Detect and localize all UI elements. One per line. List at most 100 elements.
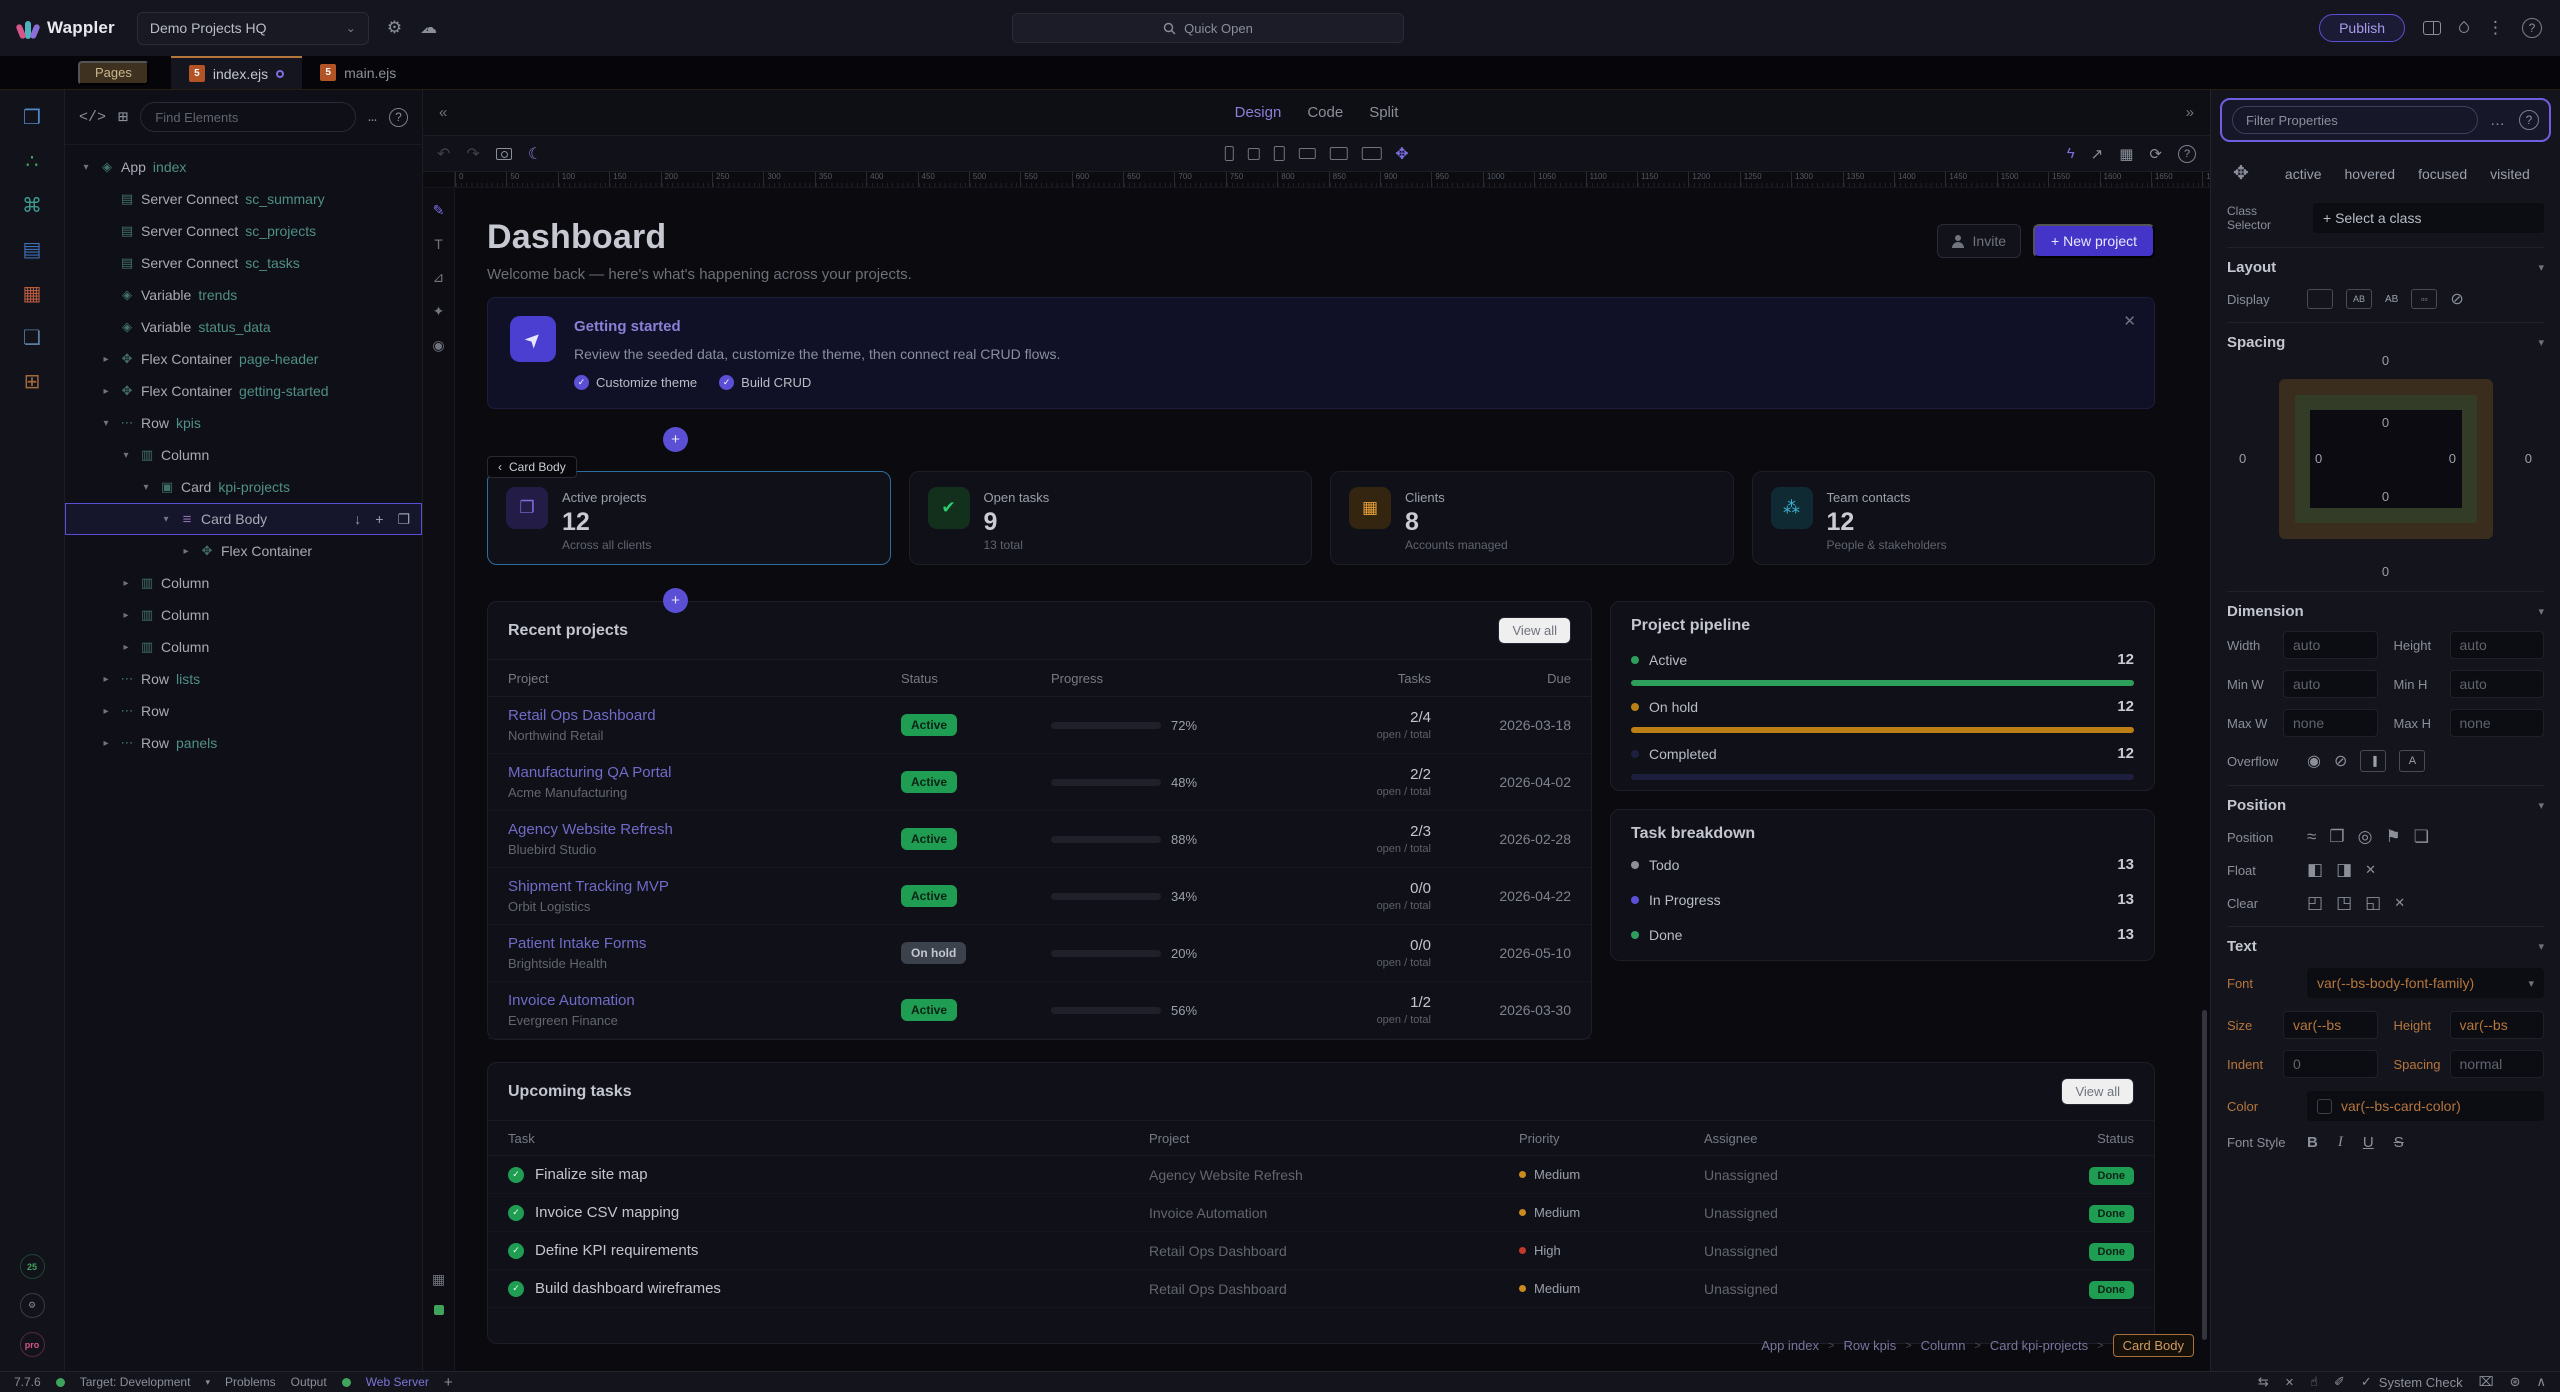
- chevron-closed-icon[interactable]: ▸: [117, 642, 135, 653]
- problems-tab[interactable]: Problems: [225, 1375, 276, 1389]
- pages-icon[interactable]: ❒: [23, 108, 41, 128]
- panel-menu-icon[interactable]: …: [2490, 112, 2507, 129]
- position-sticky-icon[interactable]: ❏: [2414, 827, 2429, 847]
- components-icon[interactable]: ⌘: [22, 196, 42, 216]
- task-row-finalize-site-map[interactable]: ✓Finalize site map Agency Website Refres…: [488, 1156, 2154, 1194]
- position-fixed-icon[interactable]: ⚑: [2385, 827, 2400, 847]
- padding-bottom-value[interactable]: 0: [2382, 489, 2389, 504]
- code-view-icon[interactable]: </>: [79, 109, 106, 126]
- display-flex-icon[interactable]: ▫▫: [2411, 289, 2437, 309]
- breadcrumb-app-index[interactable]: App index: [1761, 1338, 1819, 1353]
- project-row-retail-ops-dashboard[interactable]: Retail Ops DashboardNorthwind Retail Act…: [488, 697, 1591, 754]
- margin-bottom-value[interactable]: 0: [2382, 564, 2389, 579]
- overflow-scroll-icon[interactable]: ▐: [2360, 750, 2386, 772]
- project-row-invoice-automation[interactable]: Invoice AutomationEvergreen Finance Acti…: [488, 982, 1591, 1039]
- collapse-spacing-icon[interactable]: ▾: [2538, 336, 2544, 349]
- font-size-input[interactable]: [2283, 1011, 2378, 1039]
- target-selector[interactable]: Target: Development: [80, 1375, 191, 1389]
- tree-item-card-body[interactable]: ▾ ≡ Card Body ↓ + ❐: [65, 503, 422, 535]
- state-tab-active[interactable]: active: [2285, 166, 2322, 182]
- tree-item-app-index[interactable]: ▾ ◈ App index: [65, 151, 422, 183]
- canvas-scrollbar[interactable]: [2202, 1010, 2207, 1340]
- collapse-dimension-icon[interactable]: ▾: [2538, 605, 2544, 618]
- display-block-icon[interactable]: [2307, 289, 2333, 309]
- brush-icon[interactable]: ✐: [2334, 1374, 2345, 1390]
- collapse-text-icon[interactable]: ▾: [2538, 940, 2544, 953]
- project-row-patient-intake-forms[interactable]: Patient Intake FormsBrightside Health On…: [488, 925, 1591, 982]
- kpi-card-team-contacts[interactable]: ⁂ Team contacts 12 People & stakeholders: [1752, 471, 2156, 565]
- breadcrumb-row-kpis[interactable]: Row kpis: [1843, 1338, 1896, 1353]
- float-left-icon[interactable]: ◧: [2307, 860, 2323, 880]
- text-indent-input[interactable]: [2283, 1050, 2378, 1078]
- layers-icon[interactable]: ❏: [23, 328, 41, 348]
- close-panel-icon[interactable]: ✕: [2285, 1376, 2294, 1389]
- tree-menu-icon[interactable]: …: [368, 109, 377, 126]
- min-width-input[interactable]: [2283, 670, 2378, 698]
- display-none-icon[interactable]: ⊘: [2450, 289, 2463, 309]
- device-tablet-icon[interactable]: [1273, 146, 1284, 161]
- tree-item-server-connect-sc-summary[interactable]: ▤ Server Connect sc_summary: [65, 183, 422, 215]
- chevron-closed-icon[interactable]: ▸: [117, 610, 135, 621]
- padding-top-value[interactable]: 0: [2382, 415, 2389, 430]
- collapse-right-icon[interactable]: »: [2186, 104, 2194, 121]
- padding-right-value[interactable]: 0: [2449, 451, 2456, 466]
- thumbs-up-icon[interactable]: ☝: [2310, 1374, 2318, 1390]
- tree-item-column[interactable]: ▸ ▥ Column: [65, 599, 422, 631]
- box-model-widget[interactable]: 0 0 0 0 0 0 0 0: [2227, 353, 2544, 579]
- chevron-closed-icon[interactable]: ▸: [97, 354, 115, 365]
- selected-element-chip[interactable]: ‹Card Body: [487, 456, 577, 478]
- system-check-button[interactable]: ✓ System Check: [2361, 1374, 2463, 1390]
- webserver-tab[interactable]: Web Server: [366, 1375, 429, 1389]
- strikethrough-icon[interactable]: S: [2394, 1134, 2404, 1151]
- target-caret-icon[interactable]: ▾: [205, 1377, 210, 1388]
- chevron-closed-icon[interactable]: ▸: [177, 546, 195, 557]
- position-static-icon[interactable]: ≈: [2307, 827, 2316, 847]
- position-absolute-icon[interactable]: ◎: [2358, 827, 2373, 847]
- device-laptop-icon[interactable]: [1298, 148, 1315, 159]
- panels-toggle-icon[interactable]: [2423, 21, 2441, 35]
- free-resize-icon[interactable]: ✥: [1395, 144, 1408, 164]
- collapse-layout-icon[interactable]: ▾: [2538, 261, 2544, 274]
- pro-badge[interactable]: pro: [20, 1332, 45, 1357]
- width-input[interactable]: [2283, 631, 2378, 659]
- canvas-help-icon[interactable]: ?: [2178, 145, 2196, 163]
- breadcrumb-card-body[interactable]: Card Body: [2113, 1334, 2194, 1357]
- find-elements-input[interactable]: [140, 102, 356, 132]
- banner-close-icon[interactable]: ✕: [2123, 312, 2136, 330]
- swap-icon[interactable]: ⇆: [2258, 1374, 2269, 1390]
- publish-button[interactable]: Publish: [2319, 14, 2405, 42]
- add-inside-icon[interactable]: +: [375, 511, 383, 528]
- max-width-input[interactable]: [2283, 709, 2378, 737]
- mode-tab-code[interactable]: Code: [1307, 104, 1343, 121]
- pages-button[interactable]: Pages: [78, 61, 149, 85]
- database-icon[interactable]: ▤: [23, 240, 42, 260]
- bug-icon[interactable]: ⊛: [2510, 1374, 2521, 1390]
- cloud-download-icon[interactable]: ☁↓: [420, 18, 437, 38]
- underline-icon[interactable]: U: [2363, 1134, 2374, 1151]
- tree-item-flex-container[interactable]: ▸ ✥ Flex Container: [65, 535, 422, 567]
- panel-help-icon[interactable]: ?: [2519, 110, 2539, 130]
- min-height-input[interactable]: [2450, 670, 2545, 698]
- filter-properties-input[interactable]: [2232, 106, 2478, 134]
- text-color-input[interactable]: var(--bs-card-color): [2307, 1091, 2544, 1121]
- clear-none-icon[interactable]: ✕: [2394, 895, 2405, 911]
- chevron-open-icon[interactable]: ▾: [77, 162, 95, 173]
- chevron-open-icon[interactable]: ▾: [137, 482, 155, 493]
- components-icon[interactable]: ⊞: [118, 107, 128, 128]
- insert-after-icon[interactable]: ↓: [354, 511, 361, 528]
- screenshot-icon[interactable]: [496, 148, 512, 160]
- overflow-visible-icon[interactable]: ◉: [2307, 751, 2321, 771]
- workflows-icon[interactable]: ∴: [26, 152, 39, 172]
- state-tab-visited[interactable]: visited: [2490, 166, 2530, 182]
- chevron-closed-icon[interactable]: ▸: [97, 674, 115, 685]
- float-none-icon[interactable]: ✕: [2365, 862, 2376, 878]
- upcoming-view-all-button[interactable]: View all: [2061, 1078, 2134, 1105]
- breadcrumb-column[interactable]: Column: [1921, 1338, 1966, 1353]
- state-tab-hovered[interactable]: hovered: [2345, 166, 2396, 182]
- position-relative-icon[interactable]: ❐: [2329, 827, 2344, 847]
- overflow-auto-icon[interactable]: A: [2399, 750, 2425, 772]
- help-icon[interactable]: ?: [2522, 18, 2542, 38]
- float-right-icon[interactable]: ◨: [2336, 860, 2352, 880]
- tree-item-row-lists[interactable]: ▸ ⋯ Row lists: [65, 663, 422, 695]
- project-row-shipment-tracking-mvp[interactable]: Shipment Tracking MVPOrbit Logistics Act…: [488, 868, 1591, 925]
